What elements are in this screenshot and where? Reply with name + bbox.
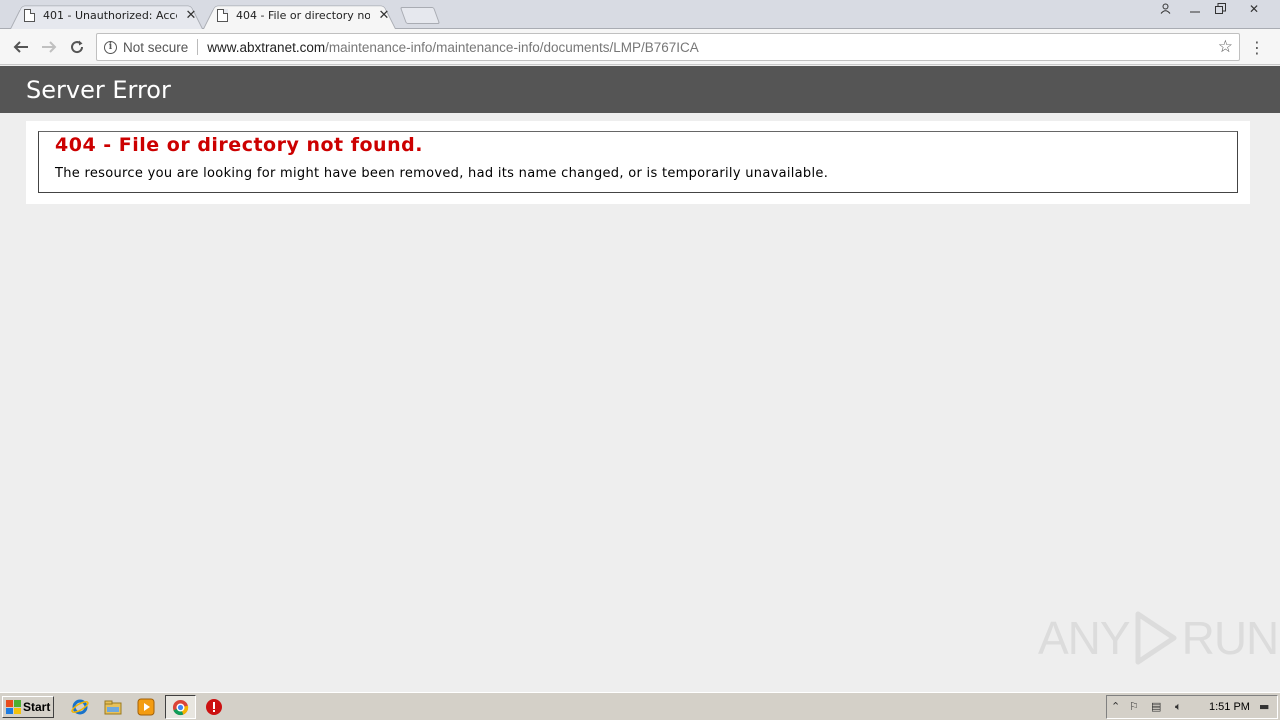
show-hidden-icons-icon[interactable]: ⌃ [1111, 700, 1120, 713]
tab-unauthorized[interactable]: 401 - Unauthorized: Access ✕ [10, 2, 203, 29]
play-logo-icon [1135, 611, 1177, 665]
menu-dots-icon[interactable]: ⋮ [1249, 38, 1265, 57]
back-arrow-icon[interactable] [11, 37, 31, 57]
taskbar: Start ⌃ ⚐ ▤ 🔈︎ 1:51 PM ▬ [0, 692, 1280, 720]
stop-icon[interactable] [205, 698, 223, 716]
flag-icon[interactable]: ⚐ [1129, 700, 1139, 713]
address-bar[interactable]: i Not secure www.abxtranet.com/maintenan… [96, 33, 1240, 61]
close-tab-icon[interactable]: ✕ [376, 8, 392, 24]
folder-icon[interactable] [104, 698, 122, 716]
url-host[interactable]: www.abxtranet.com [207, 40, 325, 55]
start-label: Start [23, 700, 51, 714]
info-icon[interactable]: i [104, 40, 117, 54]
tab-title: 404 - File or directory not fo [236, 9, 370, 22]
page-title: Server Error [26, 76, 171, 104]
tab-title: 401 - Unauthorized: Access [43, 9, 177, 22]
security-label[interactable]: Not secure [123, 40, 188, 55]
divider [197, 39, 199, 55]
chrome-icon [172, 699, 189, 716]
internet-explorer-icon[interactable] [71, 698, 89, 716]
anyrun-watermark: ANY RUN [1038, 610, 1280, 666]
error-box: 404 - File or directory not found. The r… [38, 131, 1238, 193]
minimize-icon[interactable] [1183, 0, 1207, 17]
windows-logo-icon [6, 700, 21, 714]
page-icon [217, 9, 228, 22]
close-tab-icon[interactable]: ✕ [183, 8, 199, 24]
forward-arrow-icon[interactable] [39, 37, 59, 57]
page-header: Server Error [0, 66, 1280, 113]
restore-icon[interactable] [1208, 0, 1232, 17]
volume-icon[interactable]: 🔈︎ [1175, 700, 1182, 714]
url-path[interactable]: /maintenance-info/maintenance-info/docum… [325, 40, 699, 55]
tab-strip: 401 - Unauthorized: Access ✕ 404 - File … [0, 0, 1280, 29]
system-tray: ⌃ ⚐ ▤ 🔈︎ 1:51 PM ▬ [1106, 695, 1278, 719]
watermark-text-right: RUN [1181, 612, 1280, 664]
error-heading: 404 - File or directory not found. [55, 134, 423, 156]
network-icon[interactable]: ▤ [1151, 700, 1161, 713]
media-player-icon[interactable] [137, 698, 155, 716]
error-message: The resource you are looking for might h… [55, 166, 829, 181]
content-panel: 404 - File or directory not found. The r… [26, 121, 1250, 204]
tab-not-found[interactable]: 404 - File or directory not fo ✕ [203, 2, 396, 29]
star-icon[interactable]: ☆ [1218, 37, 1233, 57]
reload-icon[interactable] [67, 37, 87, 57]
start-button[interactable]: Start [2, 696, 54, 718]
clock[interactable]: 1:51 PM [1209, 701, 1250, 713]
watermark-text-left: ANY [1038, 612, 1131, 664]
page-icon [24, 9, 35, 22]
new-tab-button[interactable] [399, 7, 441, 24]
show-desktop-icon[interactable]: ▬ [1259, 700, 1269, 713]
chrome-taskbar-button[interactable] [165, 695, 196, 719]
close-window-icon[interactable]: ✕ [1236, 0, 1272, 17]
browser-toolbar: i Not secure www.abxtranet.com/maintenan… [0, 29, 1280, 65]
profile-icon[interactable] [1153, 0, 1177, 17]
